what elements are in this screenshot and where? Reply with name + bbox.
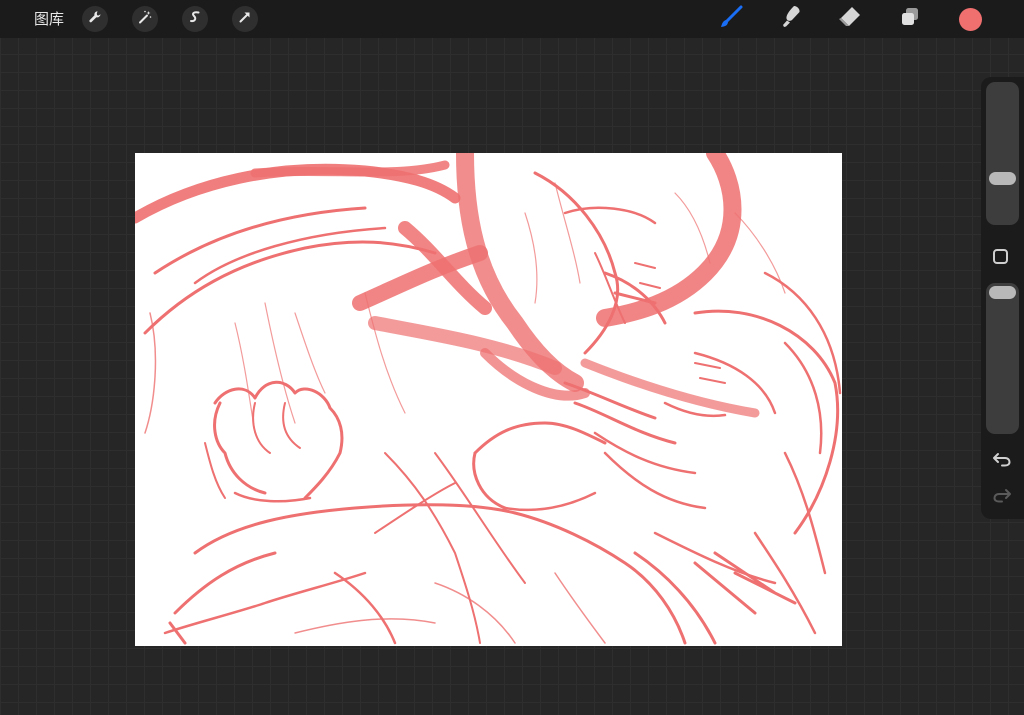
drawing-canvas[interactable] xyxy=(135,153,842,646)
modify-square-icon[interactable] xyxy=(993,249,1008,264)
color-picker-button[interactable] xyxy=(959,8,982,31)
smudge-icon xyxy=(778,4,804,34)
eraser-tool-button[interactable] xyxy=(835,4,865,34)
wrench-icon xyxy=(87,9,103,29)
undo-button[interactable] xyxy=(990,450,1014,472)
gallery-button[interactable]: 图库 xyxy=(34,9,64,29)
undo-icon xyxy=(992,451,1012,471)
sketch-artwork xyxy=(135,153,842,645)
redo-icon xyxy=(992,487,1012,507)
brush-tool-button[interactable] xyxy=(716,4,746,34)
selection-button[interactable] xyxy=(182,6,208,32)
smudge-tool-button[interactable] xyxy=(776,4,806,34)
top-toolbar: 图库 xyxy=(0,0,1024,38)
actions-button[interactable] xyxy=(82,6,108,32)
brush-size-thumb[interactable] xyxy=(989,172,1016,185)
brush-opacity-thumb[interactable] xyxy=(989,286,1016,299)
brush-size-slider[interactable] xyxy=(986,82,1019,225)
sidebar-panel xyxy=(981,77,1024,519)
adjustments-button[interactable] xyxy=(132,6,158,32)
magic-wand-icon xyxy=(137,9,153,29)
transform-button[interactable] xyxy=(232,6,258,32)
layers-icon xyxy=(897,4,923,34)
transform-arrow-icon xyxy=(237,9,253,29)
layers-button[interactable] xyxy=(895,4,925,34)
selection-icon xyxy=(187,9,203,29)
brush-opacity-slider[interactable] xyxy=(986,283,1019,434)
brush-icon xyxy=(718,4,744,34)
eraser-icon xyxy=(837,4,863,34)
redo-button[interactable] xyxy=(990,486,1014,508)
